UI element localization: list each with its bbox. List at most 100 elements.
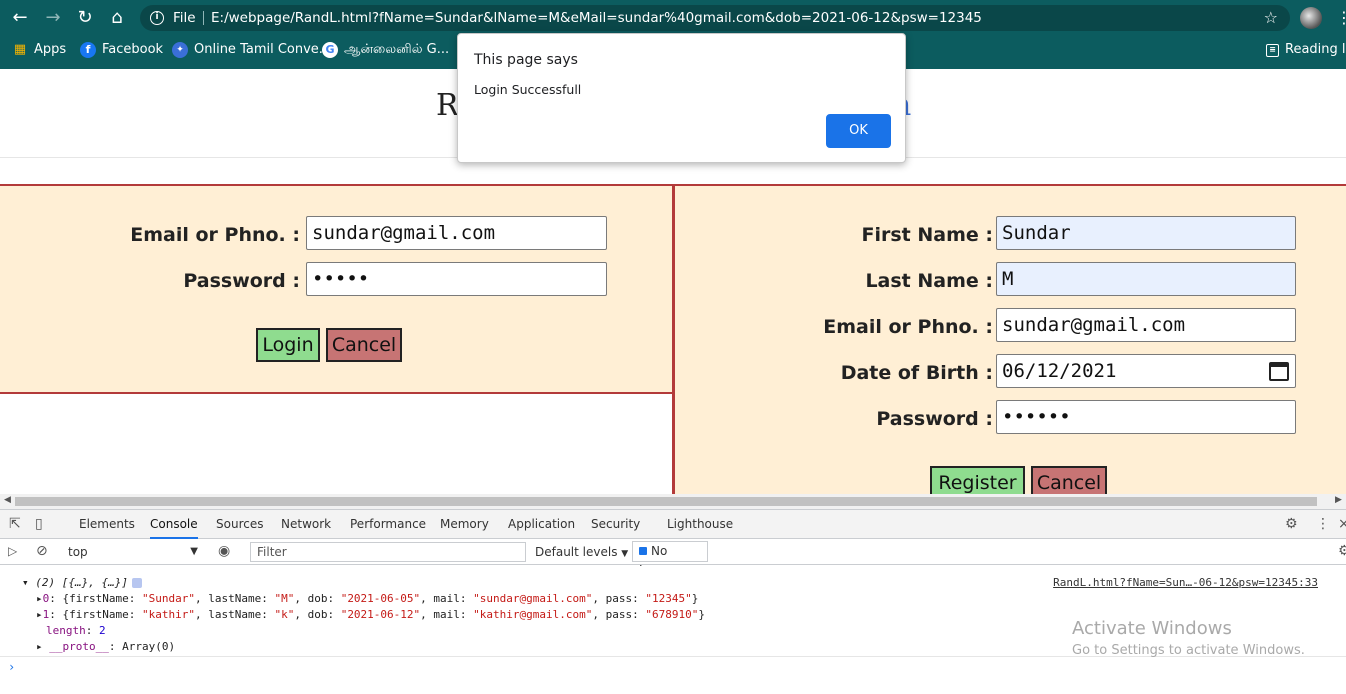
reload-icon[interactable]: ↻ (74, 7, 96, 29)
last-name-label: Last Name : (865, 270, 993, 292)
tab-security[interactable]: Security (591, 510, 640, 539)
activation-watermark-subtitle: Go to Settings to activate Windows. (1072, 643, 1305, 658)
facebook-icon: f (80, 42, 96, 58)
length-value: 2 (99, 624, 106, 637)
context-selector[interactable]: top ▼ (68, 542, 202, 562)
home-icon[interactable]: ⌂ (106, 7, 128, 29)
devtools-menu-icon[interactable]: ⋮ (1316, 510, 1330, 539)
console-prompt-icon[interactable]: › (8, 660, 15, 674)
tab-console[interactable]: Console (150, 510, 198, 539)
row-mail: kathir@gmail.com (479, 608, 586, 621)
console-source-link[interactable]: RandL.html?fName=Sun…-06-12&psw=12345:33 (1053, 576, 1318, 589)
bookmark-label: Online Tamil Conve... (194, 42, 332, 57)
array-proto[interactable]: ▸ __proto__: Array(0) (36, 640, 175, 653)
horizontal-scrollbar[interactable]: ◀ ▶ (0, 494, 1346, 509)
issues-button[interactable]: No Issues (632, 541, 708, 577)
bookmark-facebook[interactable]: f Facebook (80, 40, 163, 60)
row-pass: 12345 (651, 592, 686, 605)
last-name-field[interactable]: M (996, 262, 1296, 296)
array-length: length: 2 (46, 624, 106, 637)
collapsed-arrow-icon: ▸ (36, 592, 43, 605)
page-title: R (436, 88, 459, 123)
login-password-field[interactable]: ••••• (306, 262, 607, 296)
tab-lighthouse[interactable]: Lighthouse (667, 510, 733, 539)
settings-gear-icon[interactable]: ⚙ (1285, 510, 1298, 539)
login-button[interactable]: Login (256, 328, 320, 362)
chevron-down-icon: ▼ (621, 549, 629, 559)
first-name-label: First Name : (861, 224, 994, 246)
context-value: top (68, 545, 88, 559)
row-mail: sundar@gmail.com (479, 592, 586, 605)
google-icon: G (322, 42, 338, 58)
console-settings-icon[interactable]: ⚙ (1338, 537, 1346, 566)
bookmark-google[interactable]: G ஆன்லைனில் G... (322, 40, 449, 60)
clear-console-icon[interactable]: ⊘ (36, 537, 48, 566)
info-icon[interactable]: i (150, 11, 164, 25)
expand-arrow-icon: ▾ (22, 576, 29, 589)
browser-menu-icon[interactable]: ⋮ (1336, 7, 1346, 29)
issues-icon (639, 547, 647, 555)
login-email-label: Email or Phno. : (130, 224, 300, 246)
forward-icon[interactable]: → (42, 7, 64, 29)
reading-list[interactable]: ≡ Reading list (1266, 40, 1346, 60)
first-name-field[interactable]: Sundar (996, 216, 1296, 250)
row-dob: 2021-06-12 (347, 608, 414, 621)
dob-label: Date of Birth : (840, 362, 993, 384)
tab-sources[interactable]: Sources (216, 510, 263, 539)
chevron-down-icon: ▼ (190, 546, 198, 557)
register-email-field[interactable]: sundar@gmail.com (996, 308, 1296, 342)
inspect-element-icon[interactable]: ⇱ (9, 510, 21, 539)
proto-value: Array(0) (122, 640, 176, 653)
bookmark-star-icon[interactable]: ☆ (1264, 5, 1278, 31)
calendar-icon[interactable] (1269, 362, 1289, 381)
back-icon[interactable]: ← (9, 7, 31, 29)
array-row-0[interactable]: ▸0: {firstName: "Sundar", lastName: "M",… (36, 592, 698, 605)
login-password-label: Password : (183, 270, 300, 292)
dob-value: 06/12/2021 (1002, 360, 1117, 382)
array-row-1[interactable]: ▸1: {firstName: "kathir", lastName: "k",… (36, 608, 705, 621)
array-header[interactable]: ▾ (2) [{…}, {…}] (22, 576, 142, 589)
console-toolbar: ▷ ⊘ top ▼ ◉ Filter Default levels ▼ No I… (0, 537, 1346, 577)
row-pass: 678910 (651, 608, 692, 621)
log-levels-label: Default levels (535, 545, 618, 559)
dialog-message: Login Successfull (474, 82, 582, 97)
register-password-label: Password : (876, 408, 993, 430)
close-devtools-icon[interactable]: × (1338, 510, 1346, 539)
register-password-field[interactable]: •••••• (996, 400, 1296, 434)
apps-grid-icon: ▦ (13, 42, 27, 57)
address-bar[interactable]: i File E:/webpage/RandL.html?fName=Sunda… (140, 5, 1290, 31)
scrollbar-thumb[interactable] (15, 497, 1317, 506)
tab-elements[interactable]: Elements (79, 510, 135, 539)
address-url[interactable]: E:/webpage/RandL.html?fName=Sundar&lName… (211, 5, 982, 31)
console-filter-input[interactable]: Filter (250, 542, 526, 562)
bookmark-label: ஆன்லைனில் G... (344, 42, 450, 57)
devtools-tabbar: ⇱ ▯ Elements Console Sources Network Per… (0, 509, 1346, 539)
row-index: 1 (42, 608, 50, 621)
address-separator (203, 11, 204, 25)
dob-field[interactable]: 06/12/2021 (996, 354, 1296, 388)
bookmark-apps[interactable]: ▦ Apps (12, 40, 66, 60)
tab-memory[interactable]: Memory (440, 510, 489, 539)
eye-icon[interactable]: ◉ (218, 537, 230, 566)
row-lastname: M (281, 592, 288, 605)
row-lastname: k (281, 608, 288, 621)
device-toolbar-icon[interactable]: ▯ (35, 510, 43, 539)
tab-network[interactable]: Network (281, 510, 331, 539)
login-cancel-button[interactable]: Cancel (326, 328, 402, 362)
activation-watermark-title: Activate Windows (1072, 618, 1232, 639)
bookmark-label: Facebook (102, 42, 164, 57)
profile-avatar[interactable] (1300, 7, 1322, 29)
log-levels-dropdown[interactable]: Default levels ▼ (535, 542, 628, 564)
tab-application[interactable]: Application (508, 510, 575, 539)
scroll-left-icon[interactable]: ◀ (4, 495, 11, 505)
login-email-field[interactable]: sundar@gmail.com (306, 216, 607, 250)
row-dob: 2021-06-05 (347, 592, 414, 605)
sidebar-toggle-icon[interactable]: ▷ (8, 537, 17, 566)
scroll-right-icon[interactable]: ▶ (1335, 495, 1342, 505)
register-email-label: Email or Phno. : (823, 316, 993, 338)
collapsed-arrow-icon: ▸ (36, 640, 43, 653)
bookmark-label: Apps (34, 42, 67, 57)
bookmark-tamil-converter[interactable]: ✦ Online Tamil Conve... (172, 40, 331, 60)
tab-performance[interactable]: Performance (350, 510, 426, 539)
dialog-ok-button[interactable]: OK (826, 114, 891, 148)
